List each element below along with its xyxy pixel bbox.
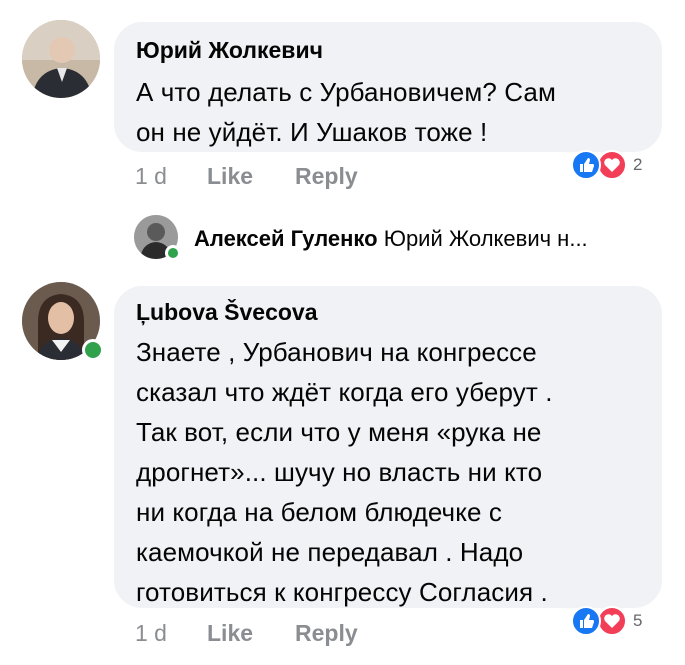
comment-text-line: каемочкой не передавал . Надо bbox=[136, 537, 524, 567]
comment-timestamp[interactable]: 1 d bbox=[135, 163, 167, 190]
comment-timestamp[interactable]: 1 d bbox=[135, 620, 167, 647]
reply-button[interactable]: Reply bbox=[295, 163, 358, 190]
reaction-count: 2 bbox=[633, 155, 643, 174]
comment-text-line: сказал что ждёт когда его уберут . bbox=[136, 377, 553, 407]
comment-text-line: Знаете , Урбанович на конгрессе bbox=[136, 337, 537, 367]
comment-bubble: Юрий Жолкевич А что делать с Урбановичем… bbox=[114, 22, 662, 152]
comment-bubble: Ļubova Švecova Знаете , Урбанович на кон… bbox=[114, 286, 662, 608]
reply-author[interactable]: Алексей Гуленко bbox=[194, 226, 378, 251]
comment-actions: 1 d Like Reply bbox=[135, 620, 435, 650]
comment-text-line: дрогнет»... шучу но власть ни кто bbox=[136, 457, 543, 487]
reaction-count: 5 bbox=[633, 611, 643, 630]
reaction-summary[interactable]: 2 bbox=[571, 150, 661, 180]
comment-actions: 1 d Like Reply bbox=[135, 163, 435, 193]
reply-button[interactable]: Reply bbox=[295, 620, 358, 647]
comment-author[interactable]: Юрий Жолкевич bbox=[136, 36, 640, 64]
comment-text-line: А что делать с Урбановичем? Сам bbox=[136, 77, 556, 107]
like-icon bbox=[571, 150, 601, 180]
like-icon bbox=[571, 606, 601, 636]
love-icon bbox=[597, 606, 627, 636]
like-button[interactable]: Like bbox=[207, 620, 253, 647]
reply-preview[interactable]: Алексей Гуленко Юрий Жолкевич н... bbox=[194, 226, 588, 252]
like-button[interactable]: Like bbox=[207, 163, 253, 190]
avatar-yuriy[interactable] bbox=[22, 20, 100, 98]
comment-text-line: он не уйдёт. И Ушаков тоже ! bbox=[136, 117, 488, 147]
love-icon bbox=[597, 150, 627, 180]
comment-text-line: ни когда на белом блюдечке с bbox=[136, 497, 502, 527]
comment-text-line: готовиться к конгрессу Согласия . bbox=[136, 577, 548, 607]
reaction-summary[interactable]: 5 bbox=[571, 606, 661, 636]
online-status-dot bbox=[165, 245, 181, 261]
comment-author[interactable]: Ļubova Švecova bbox=[136, 298, 640, 326]
comment-text-line: Так вот, если что у меня «рука не bbox=[136, 417, 542, 447]
online-status-dot bbox=[82, 339, 104, 361]
reply-text: Юрий Жолкевич н... bbox=[383, 226, 588, 251]
